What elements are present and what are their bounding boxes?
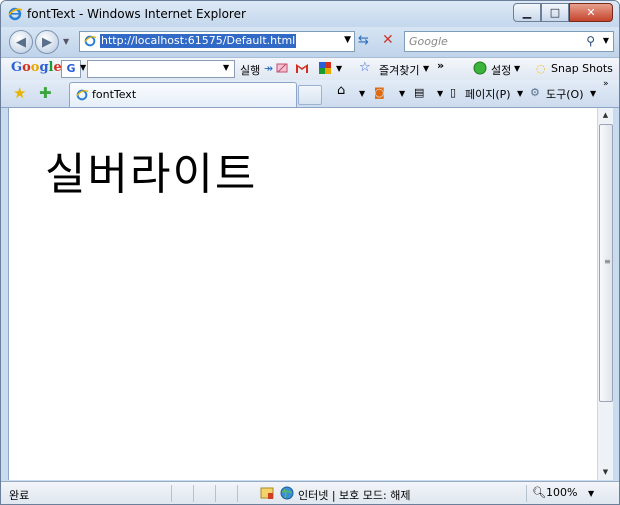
- page-menu[interactable]: 페이지(P): [465, 86, 511, 102]
- forward-arrow-icon: ▶: [42, 34, 52, 50]
- settings-button[interactable]: 설정: [491, 62, 511, 78]
- tools-menu[interactable]: 도구(O): [546, 86, 583, 102]
- scroll-up-arrow-icon[interactable]: ▲: [598, 108, 613, 123]
- silverlight-text: 실버라이트: [45, 149, 258, 200]
- settings-dropdown-icon[interactable]: ▼: [514, 64, 520, 73]
- run-arrow-icon[interactable]: ↠: [264, 62, 273, 75]
- scroll-thumb[interactable]: ≡: [599, 124, 613, 402]
- minimize-icon: ▁: [522, 6, 532, 19]
- google-apps-icon[interactable]: [318, 61, 332, 75]
- print-icon[interactable]: ▤: [414, 86, 424, 99]
- status-divider: [237, 485, 238, 502]
- maximize-button[interactable]: □: [541, 3, 569, 22]
- snapshots-button[interactable]: Snap Shots: [551, 62, 613, 75]
- pencil-icon[interactable]: [275, 61, 289, 75]
- page-dropdown-icon[interactable]: ▼: [517, 89, 523, 98]
- favorites-button[interactable]: 즐겨찾기: [379, 62, 419, 78]
- add-favorite-icon[interactable]: ✚: [39, 84, 52, 102]
- search-options-dropdown-icon[interactable]: ▼: [603, 36, 609, 45]
- recent-pages-dropdown[interactable]: ▼: [63, 37, 69, 46]
- vertical-scrollbar[interactable]: ▲ ≡ ▼: [597, 108, 613, 480]
- status-divider: [215, 485, 216, 502]
- favorites-star-icon: ☆: [359, 60, 371, 75]
- maximize-icon: □: [549, 6, 561, 19]
- status-text: 완료: [9, 489, 30, 502]
- browser-window: fontText - Windows Internet Explorer ▁ □…: [0, 0, 620, 505]
- new-tab-button[interactable]: [298, 85, 322, 105]
- refresh-icon[interactable]: ⇆: [358, 33, 369, 48]
- google-logo[interactable]: Google: [11, 60, 62, 75]
- scroll-down-arrow-icon[interactable]: ▼: [598, 465, 613, 480]
- zoom-value: 100%: [545, 486, 578, 499]
- stop-icon[interactable]: ✕: [382, 32, 394, 48]
- tab-bar: ★ ✚ fontText ⌂ ▼ ◙ ▼ ▤ ▼ ▯ 페이지(P) ▼ ⚙ 도구…: [1, 79, 619, 108]
- globe-icon: [280, 486, 294, 500]
- home-icon[interactable]: ⌂: [337, 83, 345, 98]
- commandbar-overflow[interactable]: »: [603, 79, 609, 89]
- security-zone-text: 인터넷 | 보호 모드: 해제: [298, 489, 411, 502]
- status-divider: [171, 485, 172, 502]
- status-divider: [193, 485, 194, 502]
- page-icon: ▯: [450, 86, 457, 99]
- apps-dropdown-icon[interactable]: ▼: [336, 64, 342, 73]
- tools-dropdown-icon[interactable]: ▼: [590, 89, 596, 98]
- back-button[interactable]: ◀: [9, 30, 33, 54]
- gmail-icon[interactable]: [295, 61, 309, 75]
- search-type-dropdown-icon[interactable]: ▼: [80, 63, 86, 72]
- window-title: fontText - Windows Internet Explorer: [27, 7, 246, 21]
- google-toolbar: Google G ▼ ▼ 실행 ↠ ▼ ☆ 즐겨찾기 ▼ » 설정 ▼ ◌ Sn…: [1, 57, 619, 81]
- address-bar-row: ◀ ▶ ▼ http://localhost:61575/Default.htm…: [1, 27, 619, 57]
- favorites-center-icon[interactable]: ★: [13, 84, 26, 102]
- page-icon: [84, 35, 97, 47]
- tab-ie-icon: [76, 89, 89, 101]
- tab-label: fontText: [92, 88, 137, 101]
- scroll-grip-icon: ≡: [604, 257, 611, 266]
- feeds-dropdown-icon[interactable]: ▼: [399, 89, 405, 98]
- address-dropdown-icon[interactable]: ▼: [344, 35, 351, 45]
- zoom-icon: 🔍︎: [532, 486, 546, 499]
- status-bar: 완료 인터넷 | 보호 모드: 해제 🔍︎100% ▼: [1, 481, 619, 504]
- snapshots-icon: ◌: [536, 62, 546, 75]
- toolbar-overflow[interactable]: »: [437, 59, 444, 72]
- forward-button[interactable]: ▶: [35, 30, 59, 54]
- zoom-level[interactable]: 🔍︎100%: [532, 486, 577, 499]
- zoom-dropdown-icon[interactable]: ▼: [588, 489, 594, 498]
- favorites-dropdown-icon[interactable]: ▼: [423, 64, 429, 73]
- print-dropdown-icon[interactable]: ▼: [437, 89, 443, 98]
- close-icon: ✕: [586, 6, 596, 19]
- gear-icon: ⚙: [530, 86, 540, 99]
- address-url[interactable]: http://localhost:61575/Default.html: [100, 34, 297, 48]
- page-content: 실버라이트: [8, 108, 598, 480]
- search-placeholder: Google: [409, 35, 448, 48]
- settings-green-icon: [473, 61, 487, 75]
- close-button[interactable]: ✕: [569, 3, 613, 22]
- search-icon[interactable]: ⚲: [586, 34, 595, 48]
- google-search-type-icon[interactable]: G: [61, 60, 81, 78]
- minimize-button[interactable]: ▁: [513, 3, 541, 22]
- address-field[interactable]: http://localhost:61575/Default.html ▼: [79, 31, 355, 52]
- title-bar: fontText - Windows Internet Explorer ▁ □…: [1, 1, 619, 27]
- protected-mode-icon[interactable]: [260, 486, 274, 500]
- google-search-dropdown-icon[interactable]: ▼: [223, 63, 229, 72]
- home-dropdown-icon[interactable]: ▼: [359, 89, 365, 98]
- back-arrow-icon: ◀: [16, 34, 26, 50]
- run-button[interactable]: 실행: [240, 62, 260, 78]
- tab-fonttext[interactable]: fontText: [69, 82, 297, 107]
- caption-buttons: ▁ □ ✕: [513, 3, 613, 22]
- feeds-icon[interactable]: ◙: [374, 86, 385, 99]
- status-divider: [526, 485, 527, 502]
- google-search-input[interactable]: [87, 60, 235, 78]
- ie-logo-icon: [8, 7, 23, 21]
- search-field[interactable]: Google ⚲ ▼: [404, 31, 614, 52]
